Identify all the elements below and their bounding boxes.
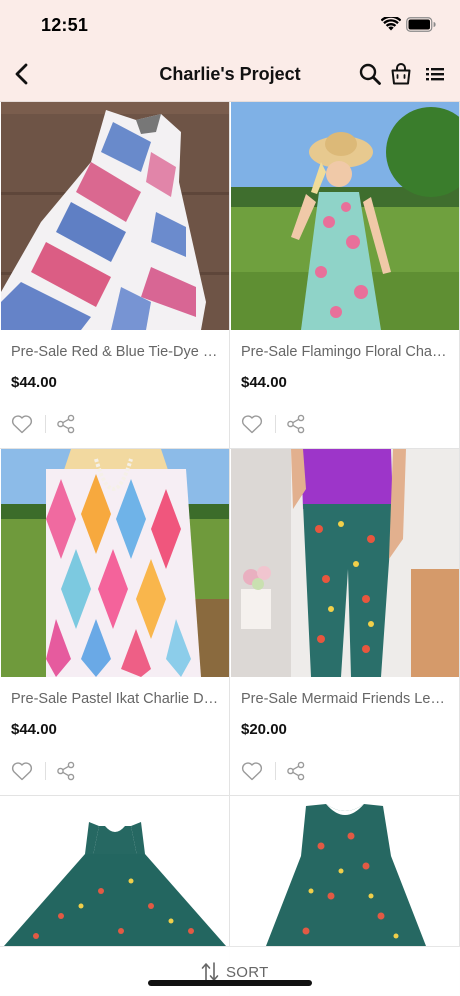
share-icon[interactable] (56, 761, 76, 781)
list-menu-icon[interactable] (423, 62, 447, 86)
product-image[interactable] (231, 102, 459, 330)
divider (45, 415, 46, 433)
product-card[interactable]: Pre-Sale Pastel Ikat Charlie Dress $44.0… (0, 449, 230, 796)
divider (275, 762, 276, 780)
product-price: $20.00 (241, 721, 287, 738)
product-image[interactable] (231, 796, 459, 946)
divider (45, 762, 46, 780)
product-name[interactable]: Pre-Sale Red & Blue Tie-Dye Charlie Dres… (11, 344, 221, 360)
divider (275, 415, 276, 433)
status-time: 12:51 (41, 15, 89, 35)
product-image[interactable] (1, 102, 229, 330)
product-image[interactable] (1, 449, 229, 677)
product-price: $44.00 (11, 721, 57, 738)
shopping-bag-icon[interactable] (389, 62, 413, 86)
battery-icon (406, 17, 436, 32)
home-indicator (148, 980, 312, 986)
share-icon[interactable] (286, 761, 306, 781)
top-area: 12:51 Charlie's Project (0, 0, 460, 102)
back-chevron-icon[interactable] (10, 60, 34, 88)
product-card[interactable]: Pre-Sale Red & Blue Tie-Dye Charlie Dres… (0, 102, 230, 449)
product-price: $44.00 (241, 374, 287, 391)
product-image[interactable] (1, 796, 229, 946)
wifi-icon (381, 17, 401, 31)
heart-icon[interactable] (241, 414, 263, 434)
search-icon[interactable] (358, 62, 382, 86)
share-icon[interactable] (286, 414, 306, 434)
status-bar: 12:51 (0, 0, 460, 52)
product-price: $44.00 (11, 374, 57, 391)
sort-label: SORT (226, 963, 269, 981)
share-icon[interactable] (56, 414, 76, 434)
product-card[interactable]: Pre-Sale Mermaid Friends Leggings $20.00 (230, 449, 460, 796)
product-name[interactable]: Pre-Sale Pastel Ikat Charlie Dress (11, 691, 221, 707)
heart-icon[interactable] (11, 414, 33, 434)
nav-header: Charlie's Project (0, 52, 460, 102)
product-name[interactable]: Pre-Sale Mermaid Friends Leggings (241, 691, 451, 707)
sort-bar: SORT (0, 946, 460, 996)
heart-icon[interactable] (241, 761, 263, 781)
product-name[interactable]: Pre-Sale Flamingo Floral Charlie Dress (241, 344, 451, 360)
product-image[interactable] (231, 449, 459, 677)
product-card[interactable]: Pre-Sale Flamingo Floral Charlie Dress $… (230, 102, 460, 449)
heart-icon[interactable] (11, 761, 33, 781)
